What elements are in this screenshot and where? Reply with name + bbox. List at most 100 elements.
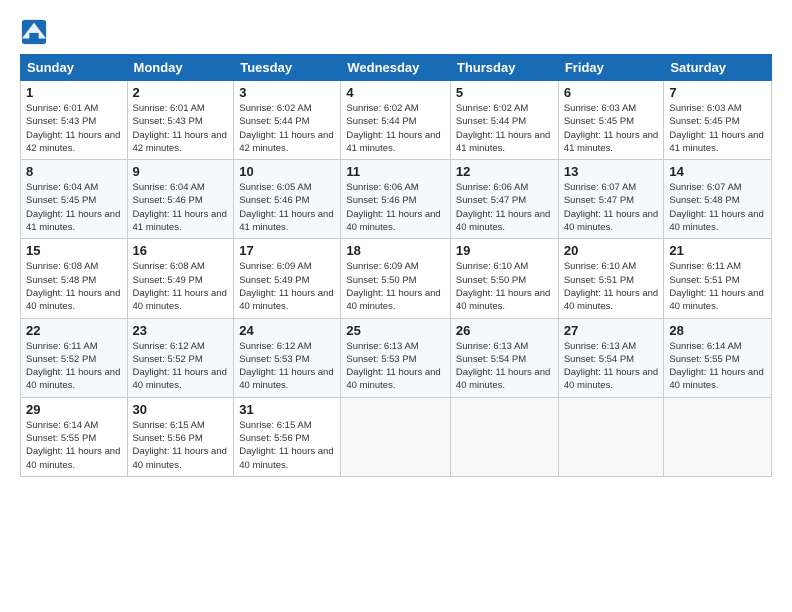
day-info: Sunrise: 6:11 AM Sunset: 5:51 PM Dayligh… bbox=[669, 260, 766, 313]
day-info: Sunrise: 6:02 AM Sunset: 5:44 PM Dayligh… bbox=[346, 102, 445, 155]
day-number: 18 bbox=[346, 243, 445, 258]
day-info: Sunrise: 6:11 AM Sunset: 5:52 PM Dayligh… bbox=[26, 340, 122, 393]
logo bbox=[20, 18, 50, 46]
day-info: Sunrise: 6:14 AM Sunset: 5:55 PM Dayligh… bbox=[669, 340, 766, 393]
calendar-cell: 1 Sunrise: 6:01 AM Sunset: 5:43 PM Dayli… bbox=[21, 81, 128, 160]
calendar-cell: 13 Sunrise: 6:07 AM Sunset: 5:47 PM Dayl… bbox=[558, 160, 664, 239]
calendar-week-row: 15 Sunrise: 6:08 AM Sunset: 5:48 PM Dayl… bbox=[21, 239, 772, 318]
day-info: Sunrise: 6:09 AM Sunset: 5:49 PM Dayligh… bbox=[239, 260, 335, 313]
day-number: 15 bbox=[26, 243, 122, 258]
calendar-week-row: 8 Sunrise: 6:04 AM Sunset: 5:45 PM Dayli… bbox=[21, 160, 772, 239]
day-number: 30 bbox=[133, 402, 229, 417]
day-number: 7 bbox=[669, 85, 766, 100]
calendar-cell bbox=[558, 397, 664, 476]
weekday-header-wednesday: Wednesday bbox=[341, 55, 451, 81]
day-number: 10 bbox=[239, 164, 335, 179]
calendar-cell: 3 Sunrise: 6:02 AM Sunset: 5:44 PM Dayli… bbox=[234, 81, 341, 160]
day-info: Sunrise: 6:14 AM Sunset: 5:55 PM Dayligh… bbox=[26, 419, 122, 472]
day-info: Sunrise: 6:05 AM Sunset: 5:46 PM Dayligh… bbox=[239, 181, 335, 234]
day-number: 9 bbox=[133, 164, 229, 179]
calendar-cell: 2 Sunrise: 6:01 AM Sunset: 5:43 PM Dayli… bbox=[127, 81, 234, 160]
calendar-cell: 25 Sunrise: 6:13 AM Sunset: 5:53 PM Dayl… bbox=[341, 318, 451, 397]
calendar-cell: 14 Sunrise: 6:07 AM Sunset: 5:48 PM Dayl… bbox=[664, 160, 772, 239]
day-number: 29 bbox=[26, 402, 122, 417]
weekday-header-tuesday: Tuesday bbox=[234, 55, 341, 81]
day-info: Sunrise: 6:10 AM Sunset: 5:50 PM Dayligh… bbox=[456, 260, 553, 313]
page-header bbox=[20, 18, 772, 46]
calendar-cell bbox=[450, 397, 558, 476]
calendar-cell: 29 Sunrise: 6:14 AM Sunset: 5:55 PM Dayl… bbox=[21, 397, 128, 476]
day-number: 25 bbox=[346, 323, 445, 338]
calendar-cell: 4 Sunrise: 6:02 AM Sunset: 5:44 PM Dayli… bbox=[341, 81, 451, 160]
day-number: 20 bbox=[564, 243, 659, 258]
calendar-cell: 30 Sunrise: 6:15 AM Sunset: 5:56 PM Dayl… bbox=[127, 397, 234, 476]
day-number: 11 bbox=[346, 164, 445, 179]
day-info: Sunrise: 6:06 AM Sunset: 5:47 PM Dayligh… bbox=[456, 181, 553, 234]
day-number: 4 bbox=[346, 85, 445, 100]
day-info: Sunrise: 6:13 AM Sunset: 5:54 PM Dayligh… bbox=[564, 340, 659, 393]
calendar-cell: 28 Sunrise: 6:14 AM Sunset: 5:55 PM Dayl… bbox=[664, 318, 772, 397]
day-number: 6 bbox=[564, 85, 659, 100]
weekday-header-saturday: Saturday bbox=[664, 55, 772, 81]
calendar-cell: 16 Sunrise: 6:08 AM Sunset: 5:49 PM Dayl… bbox=[127, 239, 234, 318]
day-info: Sunrise: 6:09 AM Sunset: 5:50 PM Dayligh… bbox=[346, 260, 445, 313]
calendar-cell bbox=[664, 397, 772, 476]
calendar-cell: 19 Sunrise: 6:10 AM Sunset: 5:50 PM Dayl… bbox=[450, 239, 558, 318]
calendar-cell: 27 Sunrise: 6:13 AM Sunset: 5:54 PM Dayl… bbox=[558, 318, 664, 397]
calendar-cell: 15 Sunrise: 6:08 AM Sunset: 5:48 PM Dayl… bbox=[21, 239, 128, 318]
weekday-header-monday: Monday bbox=[127, 55, 234, 81]
day-number: 24 bbox=[239, 323, 335, 338]
day-info: Sunrise: 6:03 AM Sunset: 5:45 PM Dayligh… bbox=[669, 102, 766, 155]
day-info: Sunrise: 6:07 AM Sunset: 5:48 PM Dayligh… bbox=[669, 181, 766, 234]
day-info: Sunrise: 6:04 AM Sunset: 5:45 PM Dayligh… bbox=[26, 181, 122, 234]
day-number: 16 bbox=[133, 243, 229, 258]
day-number: 5 bbox=[456, 85, 553, 100]
calendar-week-row: 29 Sunrise: 6:14 AM Sunset: 5:55 PM Dayl… bbox=[21, 397, 772, 476]
day-number: 23 bbox=[133, 323, 229, 338]
day-info: Sunrise: 6:06 AM Sunset: 5:46 PM Dayligh… bbox=[346, 181, 445, 234]
calendar-cell bbox=[341, 397, 451, 476]
calendar-cell: 26 Sunrise: 6:13 AM Sunset: 5:54 PM Dayl… bbox=[450, 318, 558, 397]
calendar-cell: 6 Sunrise: 6:03 AM Sunset: 5:45 PM Dayli… bbox=[558, 81, 664, 160]
day-info: Sunrise: 6:12 AM Sunset: 5:52 PM Dayligh… bbox=[133, 340, 229, 393]
calendar-cell: 20 Sunrise: 6:10 AM Sunset: 5:51 PM Dayl… bbox=[558, 239, 664, 318]
calendar-cell: 31 Sunrise: 6:15 AM Sunset: 5:56 PM Dayl… bbox=[234, 397, 341, 476]
weekday-header-sunday: Sunday bbox=[21, 55, 128, 81]
calendar-cell: 11 Sunrise: 6:06 AM Sunset: 5:46 PM Dayl… bbox=[341, 160, 451, 239]
day-number: 26 bbox=[456, 323, 553, 338]
day-number: 8 bbox=[26, 164, 122, 179]
logo-icon bbox=[20, 18, 48, 46]
calendar-cell: 10 Sunrise: 6:05 AM Sunset: 5:46 PM Dayl… bbox=[234, 160, 341, 239]
day-info: Sunrise: 6:03 AM Sunset: 5:45 PM Dayligh… bbox=[564, 102, 659, 155]
calendar-page: SundayMondayTuesdayWednesdayThursdayFrid… bbox=[0, 0, 792, 612]
calendar-cell: 8 Sunrise: 6:04 AM Sunset: 5:45 PM Dayli… bbox=[21, 160, 128, 239]
calendar-cell: 24 Sunrise: 6:12 AM Sunset: 5:53 PM Dayl… bbox=[234, 318, 341, 397]
day-info: Sunrise: 6:02 AM Sunset: 5:44 PM Dayligh… bbox=[239, 102, 335, 155]
day-number: 28 bbox=[669, 323, 766, 338]
day-number: 17 bbox=[239, 243, 335, 258]
day-number: 14 bbox=[669, 164, 766, 179]
day-number: 2 bbox=[133, 85, 229, 100]
day-number: 3 bbox=[239, 85, 335, 100]
day-number: 27 bbox=[564, 323, 659, 338]
calendar-table: SundayMondayTuesdayWednesdayThursdayFrid… bbox=[20, 54, 772, 477]
calendar-cell: 5 Sunrise: 6:02 AM Sunset: 5:44 PM Dayli… bbox=[450, 81, 558, 160]
calendar-cell: 22 Sunrise: 6:11 AM Sunset: 5:52 PM Dayl… bbox=[21, 318, 128, 397]
day-info: Sunrise: 6:04 AM Sunset: 5:46 PM Dayligh… bbox=[133, 181, 229, 234]
day-info: Sunrise: 6:08 AM Sunset: 5:48 PM Dayligh… bbox=[26, 260, 122, 313]
calendar-cell: 12 Sunrise: 6:06 AM Sunset: 5:47 PM Dayl… bbox=[450, 160, 558, 239]
day-info: Sunrise: 6:01 AM Sunset: 5:43 PM Dayligh… bbox=[133, 102, 229, 155]
day-info: Sunrise: 6:15 AM Sunset: 5:56 PM Dayligh… bbox=[133, 419, 229, 472]
weekday-header-friday: Friday bbox=[558, 55, 664, 81]
day-info: Sunrise: 6:01 AM Sunset: 5:43 PM Dayligh… bbox=[26, 102, 122, 155]
day-info: Sunrise: 6:07 AM Sunset: 5:47 PM Dayligh… bbox=[564, 181, 659, 234]
weekday-header-thursday: Thursday bbox=[450, 55, 558, 81]
calendar-cell: 18 Sunrise: 6:09 AM Sunset: 5:50 PM Dayl… bbox=[341, 239, 451, 318]
day-info: Sunrise: 6:02 AM Sunset: 5:44 PM Dayligh… bbox=[456, 102, 553, 155]
calendar-cell: 21 Sunrise: 6:11 AM Sunset: 5:51 PM Dayl… bbox=[664, 239, 772, 318]
day-number: 1 bbox=[26, 85, 122, 100]
calendar-cell: 9 Sunrise: 6:04 AM Sunset: 5:46 PM Dayli… bbox=[127, 160, 234, 239]
day-info: Sunrise: 6:15 AM Sunset: 5:56 PM Dayligh… bbox=[239, 419, 335, 472]
calendar-cell: 17 Sunrise: 6:09 AM Sunset: 5:49 PM Dayl… bbox=[234, 239, 341, 318]
day-number: 19 bbox=[456, 243, 553, 258]
